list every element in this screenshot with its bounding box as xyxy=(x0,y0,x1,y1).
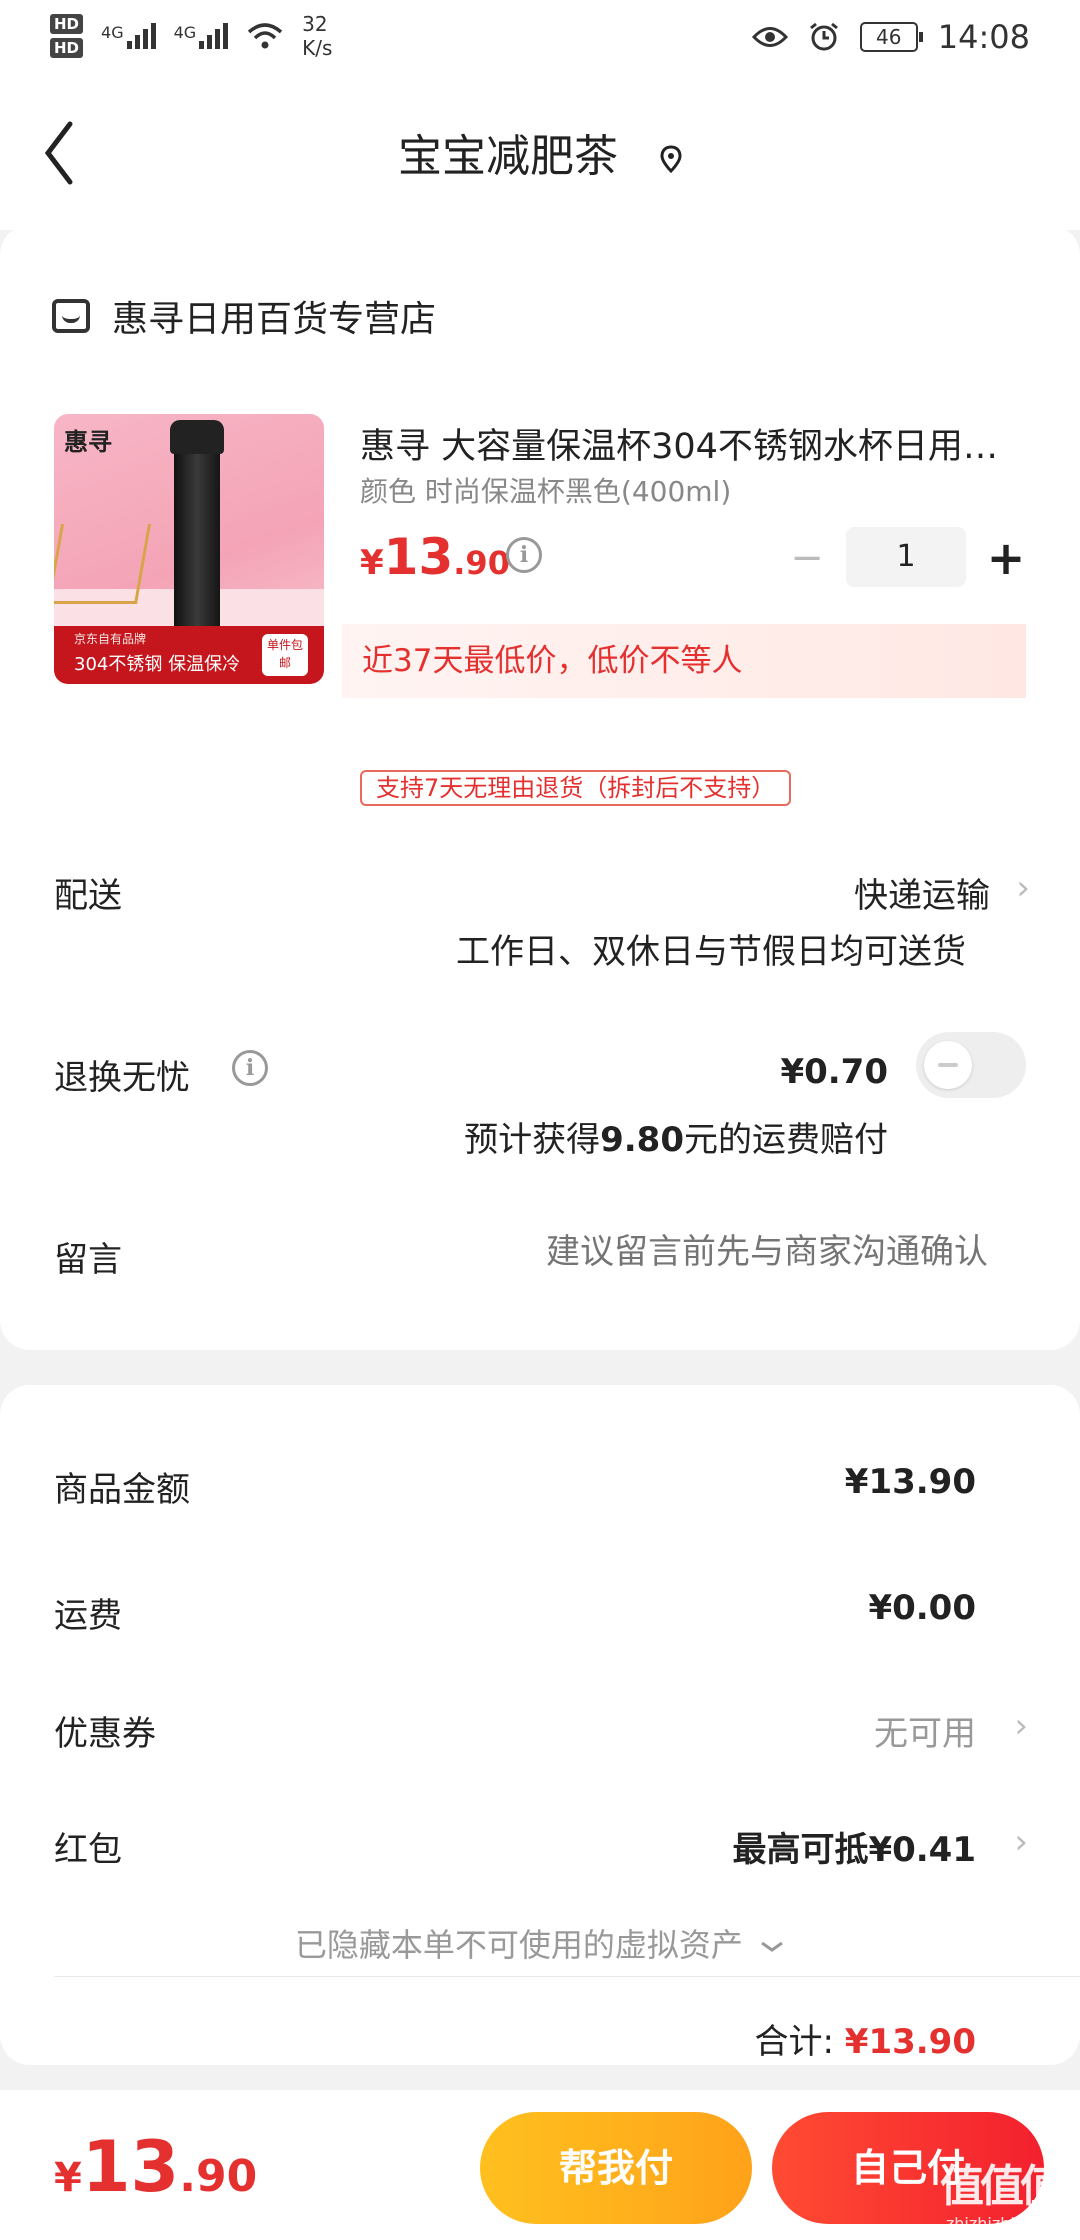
clock: 14:08 xyxy=(937,18,1030,56)
signal-sim2-icon: 4G xyxy=(174,23,229,49)
order-total: 合计: ¥13.90 xyxy=(755,2014,976,2063)
hd-badge-2: HD xyxy=(50,38,84,58)
price-currency: ¥ xyxy=(360,543,384,583)
product-spec[interactable]: 颜色 时尚保温杯黑色(400ml) xyxy=(360,470,731,510)
redpacket-label: 红包 xyxy=(54,1830,122,1870)
delivery-label: 配送 xyxy=(54,876,122,916)
alarm-icon xyxy=(809,22,838,51)
total-label: 合计: xyxy=(754,2022,834,2062)
product-image-logo: 惠寻 xyxy=(64,428,112,456)
status-right: 46 14:08 xyxy=(751,18,1030,56)
summary-divider xyxy=(54,1976,1080,1977)
product-image-badge: 单件包邮 xyxy=(262,634,308,676)
status-left: HD HD 4G 4G 32 K/s xyxy=(50,12,332,60)
return-note-prefix: 预计获得 xyxy=(464,1120,601,1160)
store-header[interactable]: 惠寻日用百货专营店 xyxy=(52,290,436,342)
product-image-banner-small: 京东自有品牌 xyxy=(74,632,147,646)
bottom-price: ¥13.90 xyxy=(54,2126,257,2208)
bottom-price-integer: 13 xyxy=(81,2126,180,2208)
wifi-icon xyxy=(248,23,283,49)
product-image-banner: 京东自有品牌 304不锈钢 保温保冷 单件包邮 xyxy=(54,626,324,684)
watermark-text: zhizhizhi.com xyxy=(945,2214,1055,2233)
return-insurance-price: ¥0.70 xyxy=(780,1052,888,1092)
watermark-mark: 值值值 xyxy=(940,2161,1064,2212)
network-speed: 32 K/s xyxy=(302,12,332,60)
delivery-method[interactable]: 快递运输 xyxy=(854,868,990,917)
hidden-assets-toggle[interactable]: 已隐藏本单不可使用的虚拟资产 xyxy=(0,1920,1080,1966)
status-bar: HD HD 4G 4G 32 K/s 46 14:08 xyxy=(0,0,1080,80)
return-insurance-label: 退换无忧 xyxy=(54,1058,190,1098)
product-image-banner-text: 304不锈钢 保温保冷 xyxy=(74,654,241,675)
coupon-chevron-icon[interactable]: › xyxy=(1014,1706,1028,1746)
location-pin-icon[interactable] xyxy=(660,145,682,173)
store-icon xyxy=(52,299,90,333)
goods-amount-label: 商品金额 xyxy=(54,1470,190,1510)
product-image-bottle xyxy=(174,424,220,644)
battery-icon: 46 xyxy=(859,22,923,52)
product-image-decor xyxy=(54,524,152,604)
hd-indicator: HD HD xyxy=(50,14,84,58)
price-integer: 13 xyxy=(383,528,454,586)
speed-unit: K/s xyxy=(302,36,333,60)
store-name: 惠寻日用百货专营店 xyxy=(112,299,437,340)
sim1-label: 4G xyxy=(101,23,124,42)
hd-badge-1: HD xyxy=(50,14,84,34)
bottom-price-currency: ¥ xyxy=(54,2155,82,2201)
message-label: 留言 xyxy=(54,1240,122,1280)
watermark: 值值值 zhizhizhi.com xyxy=(934,2150,1066,2233)
redpacket-chevron-icon[interactable]: › xyxy=(1014,1822,1028,1862)
return-insurance-info-icon[interactable]: i xyxy=(232,1050,268,1086)
delivery-note: 工作日、双休日与节假日均可送货 xyxy=(456,932,966,972)
quantity-decrease-button[interactable]: − xyxy=(790,538,824,578)
signal-sim1-icon: 4G xyxy=(101,23,156,49)
price-decimal: .90 xyxy=(453,544,510,582)
delivery-chevron-icon[interactable]: › xyxy=(1016,868,1030,908)
quantity-increase-button[interactable]: + xyxy=(986,530,1026,586)
shipping-label: 运费 xyxy=(54,1596,122,1636)
shipping-value: ¥0.00 xyxy=(868,1588,976,1628)
goods-amount-value: ¥13.90 xyxy=(844,1462,976,1502)
total-value: ¥13.90 xyxy=(844,2022,976,2062)
price-info-icon[interactable]: i xyxy=(506,537,542,573)
return-insurance-toggle[interactable] xyxy=(916,1032,1026,1098)
message-input[interactable] xyxy=(428,1232,988,1272)
toggle-knob xyxy=(924,1041,972,1089)
coupon-label: 优惠券 xyxy=(54,1714,156,1754)
product-price: ¥13.90 xyxy=(360,528,510,586)
redpacket-value[interactable]: 最高可抵¥0.41 xyxy=(732,1822,976,1871)
bottom-price-decimal: .90 xyxy=(179,2151,258,2202)
return-note-amount: 9.80 xyxy=(600,1120,684,1160)
return-note-suffix: 元的运费赔付 xyxy=(684,1120,888,1160)
chevron-down-icon xyxy=(761,1941,783,1952)
lowest-price-banner: 近37天最低价，低价不等人 xyxy=(342,624,1026,698)
help-me-pay-button[interactable]: 帮我付 xyxy=(480,2112,752,2224)
product-image-cap xyxy=(170,420,224,454)
eye-icon xyxy=(751,27,788,47)
speed-value: 32 xyxy=(302,12,328,36)
return-policy-tag: 支持7天无理由退货（拆封后不支持） xyxy=(360,770,792,806)
product-image[interactable]: 惠寻 京东自有品牌 304不锈钢 保温保冷 单件包邮 xyxy=(54,414,324,684)
coupon-value[interactable]: 无可用 xyxy=(874,1706,976,1755)
sim2-label: 4G xyxy=(173,23,197,42)
page-title-text: 宝宝减肥茶 xyxy=(398,131,618,182)
product-name[interactable]: 惠寻 大容量保温杯304不锈钢水杯日用保温水杯 xyxy=(360,418,1020,469)
hidden-assets-text: 已隐藏本单不可使用的虚拟资产 xyxy=(294,1926,743,1964)
quantity-field[interactable]: 1 xyxy=(846,527,966,587)
return-insurance-note: 预计获得9.80元的运费赔付 xyxy=(464,1112,888,1161)
page-title: 宝宝减肥茶 xyxy=(0,120,1080,184)
header: 宝宝减肥茶 xyxy=(0,80,1080,230)
